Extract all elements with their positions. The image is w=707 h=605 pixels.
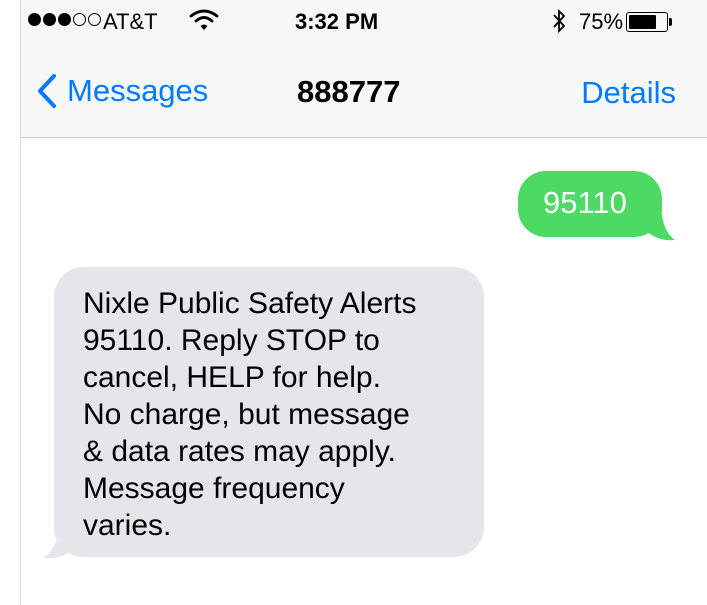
conversation-title: 888777: [297, 74, 401, 109]
signal-dot: [28, 13, 41, 26]
bluetooth-icon: [553, 8, 566, 34]
signal-dot: [88, 13, 101, 26]
battery-terminal: [669, 18, 672, 26]
signal-dot: [43, 13, 56, 26]
outgoing-bubble-tail: [641, 208, 675, 241]
battery-percent: 75%: [579, 9, 624, 34]
battery-icon: [626, 12, 668, 32]
message-thread[interactable]: 95110 Nixle Public Safety Alerts 95110. …: [21, 138, 707, 605]
messages-screen: AT&T 3:32 PM 75% Messages 888777 Details…: [21, 0, 707, 605]
back-button[interactable]: Messages: [35, 73, 208, 109]
signal-dot: [58, 13, 71, 26]
wifi-icon: [189, 9, 219, 30]
incoming-message-bubble[interactable]: Nixle Public Safety Alerts 95110. Reply …: [54, 267, 484, 557]
status-bar: AT&T 3:32 PM 75%: [21, 0, 707, 48]
details-button[interactable]: Details: [581, 75, 676, 111]
signal-strength-indicator: [28, 13, 101, 26]
carrier-name: AT&T: [103, 9, 158, 34]
left-gutter: [0, 0, 21, 605]
status-time: 3:32 PM: [295, 9, 379, 34]
battery-fill: [629, 15, 656, 29]
signal-dot: [73, 13, 86, 26]
chevron-left-icon: [38, 74, 56, 108]
back-button-label: Messages: [67, 73, 209, 108]
navigation-bar: Messages 888777 Details: [21, 48, 707, 138]
